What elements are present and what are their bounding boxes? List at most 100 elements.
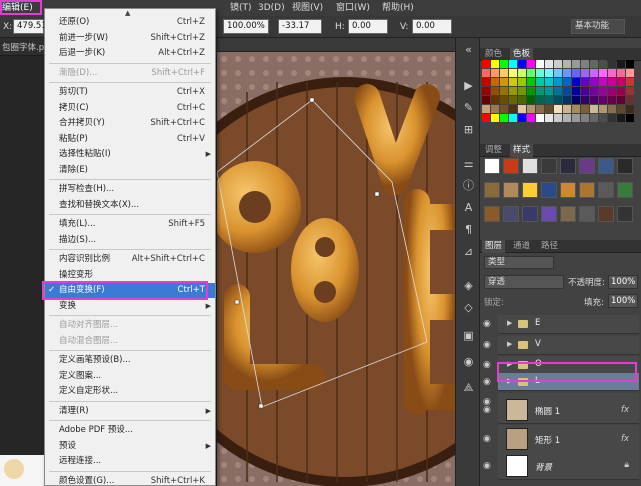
style-swatch[interactable] [617, 158, 633, 174]
menu-edit[interactable]: 编辑(E) [2, 1, 33, 15]
swatch[interactable] [527, 114, 535, 122]
swatch[interactable] [491, 60, 499, 68]
expand-triangle-icon[interactable]: ▶ [507, 377, 512, 385]
v-field[interactable]: 0.00 [412, 19, 452, 34]
menu-item[interactable]: ✓ 自由变换(F) Ctrl+T [45, 283, 215, 298]
h-field[interactable]: 0.00 [348, 19, 388, 34]
style-swatch[interactable] [503, 158, 519, 174]
swatch[interactable] [563, 105, 571, 113]
swatch[interactable] [626, 114, 634, 122]
swatch[interactable] [608, 114, 616, 122]
menu-item[interactable]: Adobe PDF 预设... [45, 423, 215, 438]
swatch[interactable] [518, 78, 526, 86]
menu-item[interactable]: 填充(L)... Shift+F5 [45, 217, 215, 232]
swatch[interactable] [617, 87, 625, 95]
expand-triangle-icon[interactable]: ▶ [507, 360, 512, 368]
expand-triangle-icon[interactable]: ▶ [507, 340, 512, 348]
swatch[interactable] [563, 69, 571, 77]
paths-icon[interactable]: ⟁ [461, 380, 476, 395]
style-swatch[interactable] [541, 182, 557, 198]
adjust-icon[interactable]: ⚌ [461, 156, 476, 171]
channels-icon[interactable]: ◉ [461, 354, 476, 369]
style-swatch[interactable] [617, 206, 633, 222]
swatch[interactable] [491, 96, 499, 104]
swatch[interactable] [599, 78, 607, 86]
swatch[interactable] [581, 96, 589, 104]
swatch[interactable] [482, 114, 490, 122]
swatch[interactable] [536, 114, 544, 122]
swatch[interactable] [590, 87, 598, 95]
swatch[interactable] [545, 78, 553, 86]
swatch[interactable] [581, 60, 589, 68]
style-swatch[interactable] [598, 182, 614, 198]
swatch[interactable] [572, 69, 580, 77]
swatch[interactable] [581, 69, 589, 77]
x-field[interactable]: 479.51 [13, 19, 47, 34]
style-swatch[interactable] [598, 206, 614, 222]
swatch[interactable] [572, 87, 580, 95]
fx-badge[interactable]: fx [621, 405, 629, 415]
menu-item[interactable]: 定义画笔预设(B)... [45, 353, 215, 368]
swatch[interactable] [500, 114, 508, 122]
layer-group-row[interactable]: ◉ ▶ L [483, 373, 639, 391]
swatch[interactable] [563, 87, 571, 95]
zoom-field[interactable]: 100.00% [223, 19, 269, 34]
menu-item[interactable]: 前进一步(W) Shift+Ctrl+Z [45, 31, 215, 46]
swatch[interactable] [599, 87, 607, 95]
canvas[interactable] [140, 52, 550, 486]
menu-item[interactable]: 还原(O) Ctrl+Z [45, 15, 215, 30]
swatch[interactable] [500, 78, 508, 86]
3d-icon[interactable]: ◈ [461, 278, 476, 293]
layer-filter-select[interactable]: 类型 [484, 256, 554, 269]
menu-item[interactable]: 剪切(T) Ctrl+X [45, 85, 215, 100]
eye-icon[interactable]: ◉ [483, 405, 491, 415]
swatch[interactable] [509, 96, 517, 104]
swatch[interactable] [563, 114, 571, 122]
menu-window[interactable]: 窗口(W) [336, 1, 370, 15]
menu-item[interactable]: 定义自定形状... [45, 384, 215, 399]
swatch[interactable] [527, 69, 535, 77]
swatch[interactable] [536, 60, 544, 68]
clone-icon[interactable]: ⊞ [461, 122, 476, 137]
swatch[interactable] [500, 105, 508, 113]
swatch[interactable] [590, 69, 598, 77]
swatch[interactable] [554, 105, 562, 113]
swatch[interactable] [509, 78, 517, 86]
menu-item[interactable]: 拼写检查(H)... [45, 182, 215, 197]
swatch[interactable] [518, 69, 526, 77]
brush-icon[interactable]: ✎ [461, 100, 476, 115]
angle-field[interactable]: -33.17 [278, 19, 322, 34]
play-icon[interactable]: ▶ [461, 78, 476, 93]
swatch[interactable] [500, 96, 508, 104]
swatch[interactable] [617, 105, 625, 113]
swatch[interactable] [581, 87, 589, 95]
eye-icon[interactable]: ◉ [483, 340, 491, 350]
style-swatch[interactable] [503, 182, 519, 198]
swatch[interactable] [527, 78, 535, 86]
swatch[interactable] [482, 87, 490, 95]
swatch[interactable] [491, 105, 499, 113]
swatch[interactable] [491, 69, 499, 77]
cube-icon[interactable]: ◇ [461, 300, 476, 315]
style-swatch[interactable] [560, 206, 576, 222]
fx-badge[interactable]: fx [621, 434, 629, 444]
layer-row[interactable]: ◉ 椭圆 1 fx [483, 396, 639, 424]
menu-item[interactable]: 定义图案... [45, 369, 215, 384]
swatch[interactable] [518, 87, 526, 95]
swatch[interactable] [626, 78, 634, 86]
swatch[interactable] [554, 78, 562, 86]
swatch[interactable] [572, 78, 580, 86]
swatch[interactable] [536, 105, 544, 113]
swatch[interactable] [509, 105, 517, 113]
swatch[interactable] [554, 96, 562, 104]
swatch[interactable] [545, 105, 553, 113]
style-swatch[interactable] [484, 206, 500, 222]
style-swatch[interactable] [503, 206, 519, 222]
swatch[interactable] [608, 105, 616, 113]
character-icon[interactable]: A [461, 200, 476, 215]
swatch[interactable] [626, 69, 634, 77]
swatch[interactable] [599, 105, 607, 113]
style-swatch[interactable] [522, 182, 538, 198]
swatch[interactable] [518, 60, 526, 68]
fill-field[interactable]: 100% [608, 294, 638, 308]
